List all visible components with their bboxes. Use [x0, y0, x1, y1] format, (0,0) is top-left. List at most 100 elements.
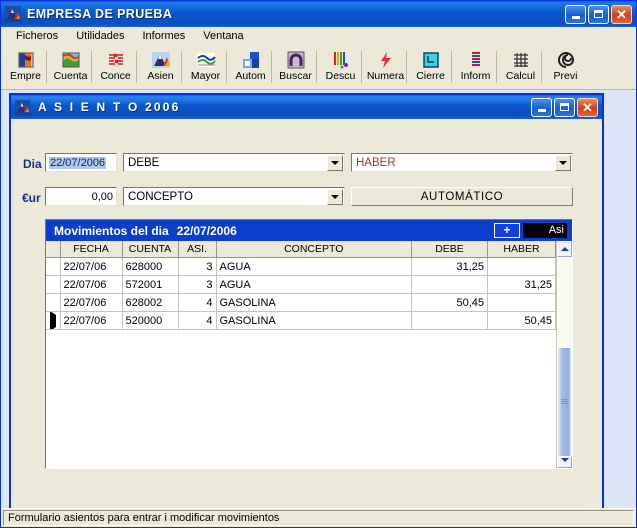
add-movimiento-button[interactable]: +: [494, 223, 520, 238]
column-header-concepto[interactable]: CONCEPTO: [216, 241, 412, 258]
toolbar-label-mayor: Mayor: [190, 70, 221, 82]
calculator-icon: [513, 53, 528, 67]
minimize-button[interactable]: [565, 4, 586, 24]
toolbar-button-numera[interactable]: Numera: [363, 47, 408, 87]
toolbar-button-cuenta[interactable]: Cuenta: [48, 47, 93, 87]
cell-asi[interactable]: 3: [178, 275, 217, 294]
column-header-asi[interactable]: ASI.: [178, 241, 217, 258]
company-icon: [17, 52, 34, 68]
cell-haber[interactable]: 50,45: [487, 311, 556, 330]
toolbar-label-previ: Previ: [553, 70, 578, 82]
row-marker[interactable]: [46, 257, 61, 276]
cell-asi[interactable]: 3: [178, 257, 217, 276]
maximize-button[interactable]: [588, 4, 609, 24]
cell-cuenta[interactable]: 572001: [122, 275, 179, 294]
cell-debe[interactable]: [411, 311, 488, 330]
menu-item-ficheros[interactable]: Ficheros: [7, 28, 67, 44]
cell-asi[interactable]: 4: [178, 293, 217, 312]
menu-item-ventana[interactable]: Ventana: [194, 28, 252, 44]
menu-item-utilidades[interactable]: Utilidades: [67, 28, 133, 44]
cell-haber[interactable]: 31,25: [487, 275, 556, 294]
movimientos-panel: Movimientos del dia 22/07/2006 + Asi FEC…: [45, 219, 573, 469]
asiento-window-controls: ✕: [531, 97, 600, 117]
dia-label: Dia: [23, 157, 42, 171]
column-header-debe[interactable]: DEBE: [411, 241, 488, 258]
scrollbar-grip-icon: [561, 399, 568, 405]
asiento-minimize-button[interactable]: [531, 97, 552, 117]
minimize-icon: [571, 15, 580, 19]
cell-asi[interactable]: 4: [178, 311, 217, 330]
cell-debe[interactable]: 50,45: [411, 293, 488, 312]
close-icon: ✕: [616, 6, 627, 22]
toolbar-label-descu: Descu: [325, 70, 356, 82]
close-button[interactable]: ✕: [611, 4, 632, 24]
cell-cuenta[interactable]: 628002: [122, 293, 179, 312]
haber-combo-value: HABER: [356, 156, 396, 169]
concepto-combo[interactable]: CONCEPTO: [123, 187, 345, 206]
report-icon: [471, 52, 480, 66]
cell-fecha[interactable]: 22/07/06: [60, 311, 123, 330]
column-header-fecha[interactable]: FECHA: [60, 241, 123, 258]
movimientos-header: Movimientos del dia 22/07/2006 + Asi: [46, 220, 572, 241]
toolbar-button-autom[interactable]: Autom: [228, 47, 273, 87]
automatic-icon: [242, 52, 259, 68]
toolbar-button-cierre[interactable]: Cierre: [408, 47, 453, 87]
cell-haber[interactable]: [487, 293, 556, 312]
toolbar-button-descu[interactable]: Descu: [318, 47, 363, 87]
asiento-titlebar[interactable]: A S I E N T O 2006 ✕: [11, 95, 602, 119]
asiento-maximize-button[interactable]: [554, 97, 575, 117]
row-marker-current[interactable]: [46, 311, 61, 330]
importe-input[interactable]: 0,00: [45, 187, 117, 206]
dia-input[interactable]: 22/07/2006: [45, 153, 117, 172]
cell-haber[interactable]: [487, 257, 556, 276]
toolbar-button-empre[interactable]: Empre: [3, 47, 48, 87]
chevron-down-icon[interactable]: [327, 154, 343, 171]
cell-cuenta[interactable]: 628000: [122, 257, 179, 276]
main-titlebar[interactable]: EMPRESA DE PRUEBA ✕: [1, 1, 636, 27]
cell-concepto[interactable]: AGUA: [216, 275, 412, 294]
table-row[interactable]: 22/07/06 572001 3 AGUA 31,25: [46, 275, 556, 294]
toolbar-button-mayor[interactable]: Mayor: [183, 47, 228, 87]
row-marker[interactable]: [46, 275, 61, 294]
chevron-down-icon[interactable]: [555, 154, 571, 171]
cell-concepto[interactable]: GASOLINA: [216, 293, 412, 312]
column-header-cuenta[interactable]: CUENTA: [122, 241, 179, 258]
cell-concepto[interactable]: GASOLINA: [216, 311, 412, 330]
row-marker[interactable]: [46, 293, 61, 312]
cell-debe[interactable]: 31,25: [411, 257, 488, 276]
scroll-up-button[interactable]: [557, 241, 572, 257]
app-mountain-icon: [15, 99, 30, 115]
search-icon: [287, 51, 304, 69]
preview-icon: [557, 52, 574, 68]
toolbar-button-conce[interactable]: Conce: [93, 47, 138, 87]
scrollbar-thumb[interactable]: [557, 347, 572, 457]
menu-item-informes[interactable]: Informes: [134, 28, 195, 44]
table-row[interactable]: 22/07/06 628000 3 AGUA 31,25: [46, 257, 556, 276]
cell-cuenta[interactable]: 520000: [122, 311, 179, 330]
toolbar-button-previ[interactable]: Previ: [543, 47, 588, 87]
debe-combo[interactable]: DEBE: [123, 153, 345, 172]
scrollbar-track[interactable]: [557, 257, 572, 457]
cell-concepto[interactable]: AGUA: [216, 257, 412, 276]
cell-debe[interactable]: [411, 275, 488, 294]
haber-combo[interactable]: HABER: [351, 153, 573, 172]
toolbar-button-inform[interactable]: Inform: [453, 47, 498, 87]
current-record-icon: [49, 311, 56, 329]
automatico-button[interactable]: AUTOMÁTICO: [351, 187, 573, 206]
toolbar-button-buscar[interactable]: Buscar: [273, 47, 318, 87]
table-row[interactable]: 22/07/06 628002 4 GASOLINA 50,45: [46, 293, 556, 312]
toolbar-button-calcul[interactable]: Calcul: [498, 47, 543, 87]
asiento-close-button[interactable]: ✕: [577, 97, 598, 117]
cell-fecha[interactable]: 22/07/06: [60, 293, 123, 312]
movimientos-title: Movimientos del dia: [54, 223, 169, 238]
grid-vertical-scrollbar[interactable]: [556, 241, 572, 468]
table-header-row: FECHA CUENTA ASI. CONCEPTO DEBE HABER: [46, 241, 556, 258]
asi-field[interactable]: Asi: [523, 223, 567, 238]
cell-fecha[interactable]: 22/07/06: [60, 275, 123, 294]
toolbar-label-asien: Asien: [147, 70, 174, 82]
toolbar-button-asien[interactable]: Asien: [138, 47, 183, 87]
chevron-down-icon[interactable]: [327, 188, 343, 205]
column-header-haber[interactable]: HABER: [487, 241, 556, 258]
cell-fecha[interactable]: 22/07/06: [60, 257, 123, 276]
table-row-current[interactable]: 22/07/06 520000 4 GASOLINA 50,45: [46, 311, 556, 330]
